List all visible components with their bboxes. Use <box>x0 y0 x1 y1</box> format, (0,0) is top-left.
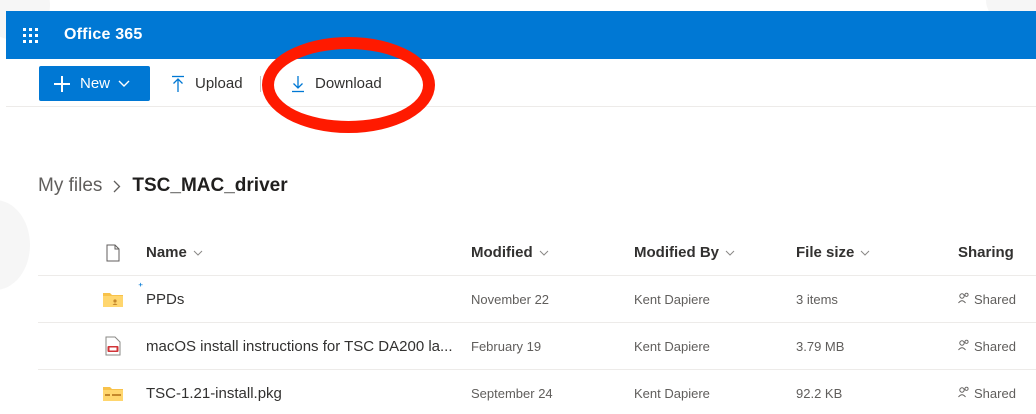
download-button[interactable]: Download <box>291 66 382 101</box>
command-bar: New Upload Download <box>6 59 1036 107</box>
file-name-link[interactable]: macOS install instructions for TSC DA200… <box>146 323 453 369</box>
pdf-file-icon <box>102 323 124 369</box>
table-row[interactable]: macOS install instructions for TSC DA200… <box>38 323 1036 370</box>
file-modified: September 24 <box>471 385 553 401</box>
file-modified-by: Kent Dapiere <box>634 338 710 354</box>
column-header-modified-by[interactable]: Modified By <box>634 230 735 275</box>
sharing-label: Shared <box>974 338 1016 354</box>
download-icon <box>292 75 304 92</box>
upload-icon <box>172 75 184 92</box>
breadcrumb: My files TSC_MAC_driver <box>38 175 288 197</box>
file-name: macOS install instructions for TSC DA200… <box>146 337 453 355</box>
file-name: TSC-1.21-install.pkg <box>146 384 282 402</box>
app-title[interactable]: Office 365 <box>64 26 142 44</box>
upload-button-label: Upload <box>195 75 243 92</box>
column-header-modified[interactable]: Modified <box>471 230 549 275</box>
column-header-file-size[interactable]: File size <box>796 230 870 275</box>
file-modified: November 22 <box>471 291 550 307</box>
file-size: 92.2 KB <box>796 385 843 401</box>
column-header-modified-by-label: Modified By <box>634 244 719 261</box>
plus-icon <box>54 75 70 92</box>
package-file-icon <box>102 370 124 414</box>
chevron-right-icon <box>113 180 121 192</box>
file-sharing-status[interactable]: Shared <box>958 323 1016 369</box>
breadcrumb-current-folder[interactable]: TSC_MAC_driver <box>132 175 287 197</box>
download-button-label: Download <box>315 75 382 92</box>
file-name: PPDs <box>146 290 185 308</box>
column-header-name[interactable]: Name <box>146 230 203 275</box>
file-name-link[interactable]: ⁺ PPDs <box>138 276 185 322</box>
table-header: Name Modified Modified By File size Shar… <box>38 230 1036 276</box>
suite-bar: Office 365 <box>6 11 1036 59</box>
new-button-label: New <box>80 75 111 92</box>
chevron-down-icon <box>118 80 130 87</box>
chevron-down-icon <box>725 250 735 256</box>
sharing-label: Shared <box>974 291 1016 307</box>
file-type-column-header[interactable] <box>102 230 124 275</box>
app-launcher-button[interactable] <box>6 11 54 59</box>
chevron-down-icon <box>539 250 549 256</box>
breadcrumb-my-files[interactable]: My files <box>38 175 102 197</box>
sharing-label: Shared <box>974 385 1016 401</box>
upload-dropdown-chevron[interactable] <box>260 76 261 92</box>
folder-shared-icon <box>102 276 124 322</box>
people-icon <box>958 386 970 401</box>
file-sharing-status[interactable]: Shared <box>958 276 1016 322</box>
upload-button[interactable]: Upload <box>171 66 243 101</box>
file-name-link[interactable]: TSC-1.21-install.pkg <box>146 370 282 414</box>
new-item-indicator-icon: ⁺ <box>138 281 144 293</box>
file-sharing-status[interactable]: Shared <box>958 370 1016 414</box>
file-size: 3 items <box>796 291 838 307</box>
column-header-sharing-label: Sharing <box>958 244 1014 261</box>
file-modified-by: Kent Dapiere <box>634 291 710 307</box>
column-header-sharing[interactable]: Sharing <box>958 230 1014 275</box>
table-row[interactable]: TSC-1.21-install.pkg September 24 Kent D… <box>38 370 1036 414</box>
background-shape <box>0 200 30 290</box>
file-list: Name Modified Modified By File size Shar… <box>38 230 1036 414</box>
file-modified: February 19 <box>471 338 542 354</box>
chevron-down-icon <box>193 250 203 256</box>
column-header-modified-label: Modified <box>471 244 533 261</box>
table-row[interactable]: ⁺ PPDs November 22 Kent Dapiere 3 items … <box>38 276 1036 323</box>
chevron-down-icon <box>861 250 870 256</box>
file-size: 3.79 MB <box>796 338 845 354</box>
file-modified-by: Kent Dapiere <box>634 385 710 401</box>
people-icon <box>958 339 970 354</box>
document-icon <box>106 244 120 261</box>
new-button[interactable]: New <box>39 66 150 101</box>
waffle-icon <box>22 27 38 43</box>
people-icon <box>958 292 970 307</box>
column-header-name-label: Name <box>146 244 187 261</box>
column-header-file-size-label: File size <box>796 244 855 261</box>
